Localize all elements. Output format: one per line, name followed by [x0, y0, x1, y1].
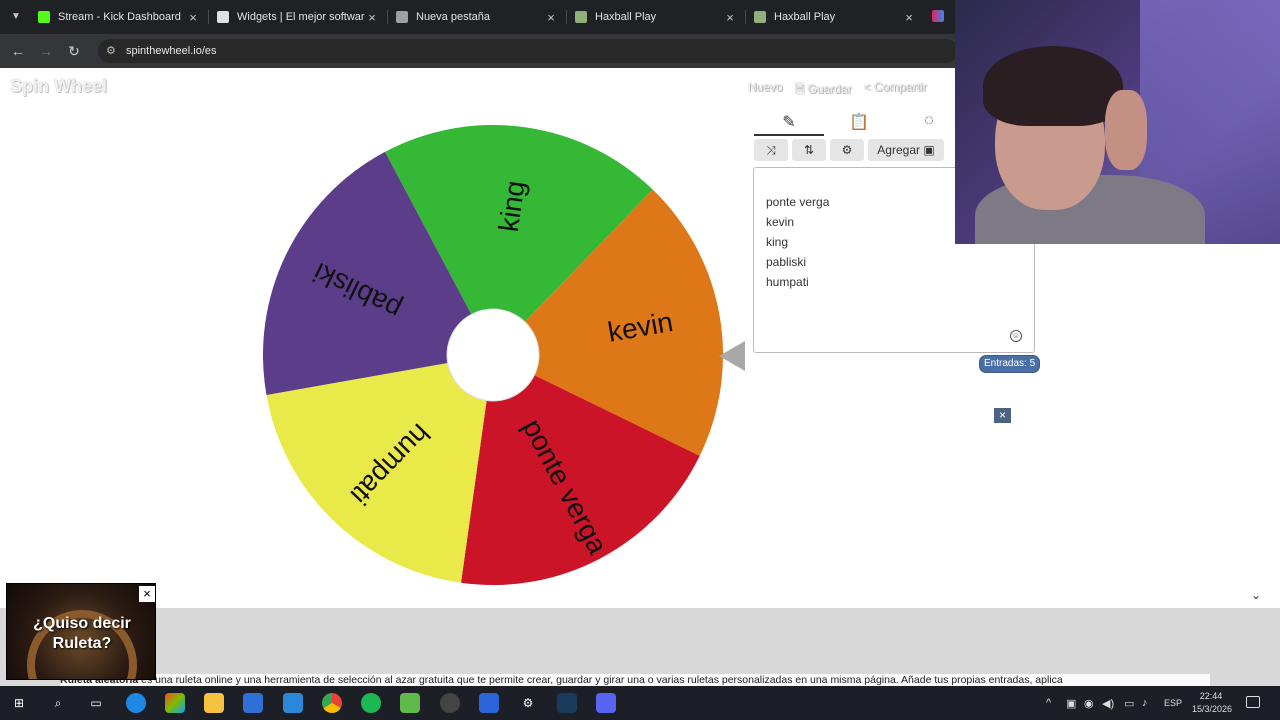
sort-button[interactable]: ⇅ [792, 139, 826, 161]
webcam-person-hand [1105, 90, 1147, 170]
steam-icon[interactable] [557, 693, 577, 713]
spin-wheel[interactable]: kingkevinponte vergahumpatipabliski [262, 124, 724, 586]
app-blue-icon[interactable] [479, 693, 499, 713]
chevron-down-icon[interactable]: ⌄ [1248, 588, 1264, 604]
windows-taskbar: ⊞ ⌕ ▭ ⚙ ^ ▣ ◉ ◀) ▭ ♪ ESP 22:44 15/3/2026 [0, 686, 1280, 720]
site-settings-icon[interactable]: ⚙ [106, 44, 116, 57]
url-text: spinthewheel.io/es [126, 45, 217, 57]
volume-icon[interactable]: ◀) [1102, 697, 1114, 710]
extra-tab-favicon-icon[interactable] [932, 10, 944, 22]
sort-icon: ⇅ [803, 143, 815, 157]
close-tab-icon[interactable]: × [902, 10, 916, 25]
page-footer-band: Ruleta aleatoria es una ruleta online y … [0, 608, 1280, 688]
emoji-picker-icon[interactable]: ☺ [1010, 330, 1022, 342]
tab-title: Haxball Play [595, 11, 657, 23]
tray-app-icon[interactable]: ▣ [1066, 697, 1076, 710]
popup-line-1: ¿Quiso decir [33, 615, 131, 632]
entry-line: humpati [766, 275, 809, 289]
editor-tabs: ✎ 📋 ◌ [754, 108, 954, 136]
spotify-icon[interactable] [361, 693, 381, 713]
taskbar-clock[interactable]: 22:44 15/3/2026 [1192, 690, 1233, 716]
webcam-overlay [955, 0, 1280, 244]
tab-title: Haxball Play [774, 11, 836, 23]
tab-title: Nueva pestaña [416, 11, 490, 23]
back-arrow-icon[interactable]: ← [8, 41, 28, 61]
share-button[interactable]: < Compartir [864, 80, 927, 101]
task-view-icon[interactable]: ▭ [86, 693, 106, 713]
kick-favicon-icon [38, 11, 50, 23]
chrome-icon[interactable] [322, 693, 342, 713]
file-explorer-icon[interactable] [204, 693, 224, 713]
reload-icon[interactable]: ↻ [64, 41, 84, 61]
clock-date: 15/3/2026 [1192, 704, 1233, 714]
new-button[interactable]: Nuevo [748, 80, 783, 101]
popup-line-2: Ruleta? [52, 635, 112, 652]
search-icon[interactable]: ⌕ [48, 693, 68, 713]
gear-icon: ⚙ [841, 143, 853, 157]
wheel-center[interactable] [446, 308, 540, 402]
hide-eye-icon[interactable]: ◌ [914, 112, 944, 132]
shuffle-button[interactable]: ⤨ [754, 139, 788, 161]
add-image-button[interactable]: Agregar ▣ [868, 139, 944, 161]
app-icon[interactable] [400, 693, 420, 713]
close-tab-icon[interactable]: × [365, 10, 379, 25]
roulette-suggestion-popup[interactable]: ¿Quiso decir Ruleta? × [6, 583, 156, 680]
browser-tab[interactable]: Haxball Play × [567, 0, 745, 34]
close-tab-icon[interactable]: × [544, 10, 558, 25]
chrome-favicon-icon [396, 11, 408, 23]
microphone-icon[interactable]: ♪ [1142, 697, 1148, 709]
close-tab-icon[interactable]: × [186, 10, 200, 25]
copilot-icon[interactable] [165, 693, 185, 713]
windows-start-icon[interactable]: ⊞ [9, 693, 29, 713]
edit-pencil-icon[interactable]: ✎ [774, 112, 804, 132]
entries-count-badge: Entradas: 5 [979, 355, 1041, 373]
obs-icon[interactable] [440, 693, 460, 713]
browser-tab[interactable]: Widgets | El mejor software p × [209, 0, 387, 34]
haxball-favicon-icon [575, 11, 587, 23]
tab-title: Widgets | El mejor software p [237, 11, 365, 23]
description-text: es una ruleta online y una herramienta d… [138, 674, 1063, 686]
add-image-label: Agregar [877, 143, 920, 157]
top-actions: Nuevo 🗎 Guardar < Compartir [748, 80, 927, 101]
site-logo[interactable]: Spin Wheel [10, 76, 107, 97]
popup-text: ¿Quiso decir Ruleta? [7, 614, 155, 654]
browser-tab[interactable]: Stream - Kick Dashboard × [30, 0, 208, 34]
save-label: Guardar [807, 82, 852, 96]
settings-gear-icon[interactable]: ⚙ [518, 693, 538, 713]
haxball-favicon-icon [754, 11, 766, 23]
shuffle-icon: ⤨ [766, 142, 776, 157]
entry-line: pabliski [766, 255, 807, 269]
share-label: Compartir [874, 80, 927, 94]
close-tab-icon[interactable]: × [723, 10, 737, 25]
widgets-favicon-icon [217, 11, 229, 23]
wheel-pointer-icon [719, 341, 745, 371]
tab-search-chevron-icon[interactable]: ▼ [6, 7, 26, 27]
clock-time: 22:44 [1199, 691, 1223, 701]
notifications-icon[interactable] [1246, 696, 1260, 708]
tab-title: Stream - Kick Dashboard [58, 11, 181, 23]
mail-icon[interactable] [283, 693, 303, 713]
browser-tab[interactable]: Haxball Play × [746, 0, 924, 34]
ad-close-icon[interactable]: × [994, 408, 1011, 423]
display-icon[interactable]: ▭ [1124, 697, 1134, 710]
image-icon: ▣ [923, 143, 935, 157]
save-button[interactable]: 🗎 Guardar [795, 80, 852, 101]
tray-chevron-up-icon[interactable]: ^ [1046, 697, 1051, 709]
discord-icon[interactable] [596, 693, 616, 713]
results-clipboard-icon[interactable]: 📋 [844, 112, 874, 132]
address-bar[interactable]: ⚙ spinthewheel.io/es [98, 39, 958, 63]
store-icon[interactable] [243, 693, 263, 713]
language-indicator[interactable]: ESP [1164, 698, 1182, 708]
settings-button[interactable]: ⚙ [830, 139, 864, 161]
forward-arrow-icon[interactable]: → [36, 41, 56, 61]
webcam-person-hair [983, 46, 1123, 126]
edge-icon[interactable] [126, 693, 146, 713]
browser-tab[interactable]: Nueva pestaña × [388, 0, 566, 34]
tray-network-icon[interactable]: ◉ [1084, 697, 1094, 710]
editor-toolbar: ⤨ ⇅ ⚙ Agregar ▣ [754, 139, 944, 163]
popup-close-icon[interactable]: × [139, 586, 155, 602]
active-tab-indicator [754, 134, 824, 136]
